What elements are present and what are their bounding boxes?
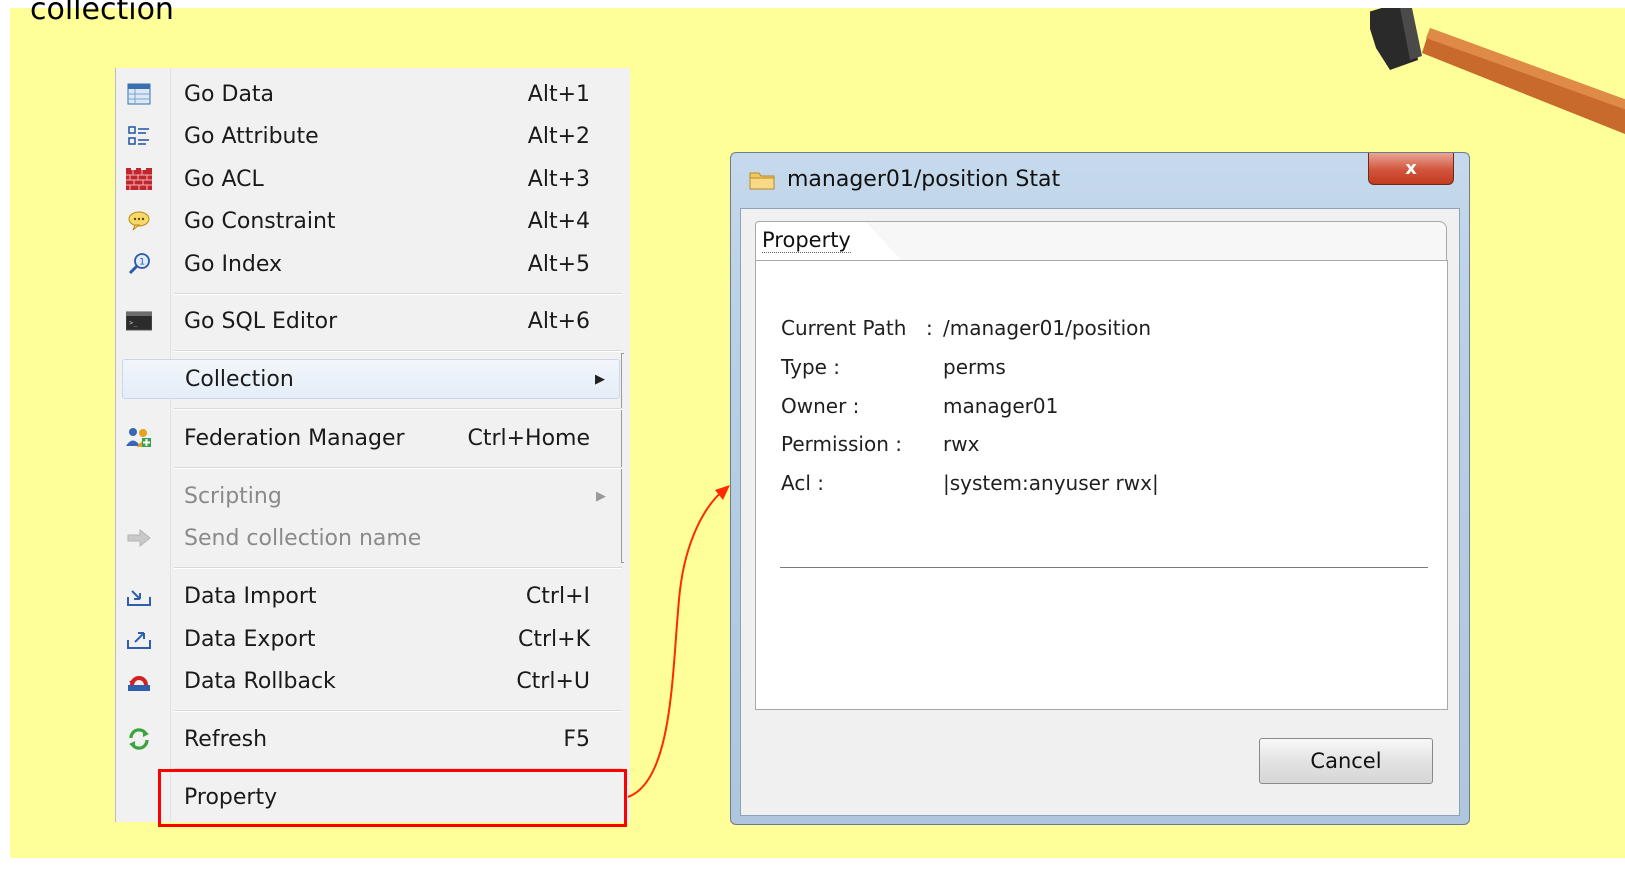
dialog-title: manager01/position Stat xyxy=(787,167,1061,192)
folder-icon xyxy=(749,172,775,190)
menu-item-shortcut: Alt+3 xyxy=(527,166,590,192)
dialog-titlebar[interactable]: manager01/position Stat x xyxy=(731,153,1469,208)
menu-separator xyxy=(174,350,622,352)
menu-item-label: Data Rollback xyxy=(184,668,336,694)
tab-strip: Property xyxy=(755,221,1448,261)
speech-bubble-icon xyxy=(126,209,152,233)
property-value: perms xyxy=(943,355,1006,379)
submenu-arrow-icon: ▶ xyxy=(595,371,605,387)
property-label: Permission : xyxy=(781,432,902,456)
menu-item-label: Scripting xyxy=(184,483,282,509)
menu-item-shortcut: Alt+4 xyxy=(527,208,590,234)
menu-item-shortcut: Ctrl+U xyxy=(516,668,590,694)
property-label: Current Path xyxy=(781,316,907,340)
property-separator: : xyxy=(926,316,933,340)
menu-separator xyxy=(174,408,622,410)
cancel-button[interactable]: Cancel xyxy=(1259,738,1433,784)
menu-item-go-attribute[interactable]: Go Attribute Alt+2 xyxy=(116,116,626,156)
menu-item-label: Go Attribute xyxy=(184,123,319,149)
menu-item-label: Collection xyxy=(185,366,294,392)
menu-item-shortcut: Ctrl+I xyxy=(525,583,590,609)
menu-item-data-rollback[interactable]: Data Rollback Ctrl+U xyxy=(116,661,626,701)
menu-separator xyxy=(174,567,622,569)
menu-item-collection[interactable]: Collection ▶ xyxy=(122,359,620,399)
table-icon xyxy=(126,82,152,106)
hammer-icon xyxy=(1370,8,1625,135)
menu-item-scripting[interactable]: Scripting ▶ xyxy=(116,476,626,516)
menu-item-go-index[interactable]: 1 Go Index Alt+5 xyxy=(116,244,626,284)
menu-item-send-collection-name[interactable]: Send collection name xyxy=(116,518,626,558)
menu-item-go-sql-editor[interactable]: >_ Go SQL Editor Alt+6 xyxy=(116,301,626,341)
property-panel: Current Path : /manager01/position Type … xyxy=(755,260,1448,710)
menu-item-label: Data Export xyxy=(184,626,316,652)
arrow-right-icon xyxy=(126,526,152,550)
dialog-body: Property Current Path : /manager01/posit… xyxy=(740,208,1460,816)
attribute-list-icon xyxy=(126,124,152,148)
tab-strip-background xyxy=(850,221,1447,261)
property-value: rwx xyxy=(943,432,980,456)
menu-item-label: Refresh xyxy=(184,726,268,752)
menu-item-shortcut: F5 xyxy=(563,726,590,752)
connector-arrow xyxy=(627,485,730,798)
menu-item-label: Go SQL Editor xyxy=(184,308,338,334)
property-value: manager01 xyxy=(943,394,1059,418)
menu-item-label: Go Index xyxy=(184,251,283,277)
menu-item-label: Go Constraint xyxy=(184,208,336,234)
property-highlight-box xyxy=(158,769,627,827)
property-divider xyxy=(780,567,1428,568)
tab-label: Property xyxy=(762,228,851,253)
property-value: |system:anyuser rwx| xyxy=(943,471,1159,495)
property-dialog: manager01/position Stat x Property Curre… xyxy=(730,152,1470,825)
menu-item-label: Go Data xyxy=(184,81,275,107)
menu-item-shortcut: Alt+6 xyxy=(527,308,590,334)
menu-item-shortcut: Ctrl+Home xyxy=(467,425,590,451)
menu-item-go-acl[interactable]: Go ACL Alt+3 xyxy=(116,159,626,199)
context-menu: Go Data Alt+1 Go Attribute Alt+2 Go ACL … xyxy=(115,68,630,822)
menu-item-shortcut: Alt+2 xyxy=(527,123,590,149)
menu-item-label: Send collection name xyxy=(184,525,422,551)
svg-text:1: 1 xyxy=(139,258,145,268)
slide-heading: collection xyxy=(30,0,174,27)
menu-item-go-constraint[interactable]: Go Constraint Alt+4 xyxy=(116,201,626,241)
import-icon xyxy=(126,584,152,608)
menu-item-shortcut: Alt+5 xyxy=(527,251,590,277)
brick-wall-icon xyxy=(126,167,152,191)
menu-item-label: Data Import xyxy=(184,583,317,609)
svg-text:>_: >_ xyxy=(129,319,138,327)
menu-item-refresh[interactable]: Refresh F5 xyxy=(116,719,626,759)
menu-item-shortcut: Ctrl+K xyxy=(517,626,590,652)
menu-item-data-export[interactable]: Data Export Ctrl+K xyxy=(116,619,626,659)
users-icon xyxy=(126,426,152,450)
submenu-arrow-icon: ▶ xyxy=(596,488,606,504)
rollback-icon xyxy=(126,669,152,693)
menu-item-shortcut: Alt+1 xyxy=(527,81,590,107)
magnifier-icon: 1 xyxy=(126,252,152,276)
export-icon xyxy=(126,627,152,651)
menu-item-federation-manager[interactable]: Federation Manager Ctrl+Home xyxy=(116,418,626,458)
menu-item-data-import[interactable]: Data Import Ctrl+I xyxy=(116,576,626,616)
menu-separator xyxy=(174,293,622,295)
menu-item-label: Federation Manager xyxy=(184,425,405,451)
menu-item-go-data[interactable]: Go Data Alt+1 xyxy=(116,74,626,114)
menu-item-label: Go ACL xyxy=(184,166,264,192)
refresh-icon xyxy=(126,727,152,751)
menu-separator xyxy=(174,467,622,469)
close-button[interactable]: x xyxy=(1368,153,1454,185)
menu-separator xyxy=(174,710,622,712)
property-label: Type : xyxy=(781,355,841,379)
property-value: /manager01/position xyxy=(943,316,1152,340)
property-label: Acl : xyxy=(781,471,824,495)
property-label: Owner : xyxy=(781,394,860,418)
terminal-icon: >_ xyxy=(126,309,152,333)
